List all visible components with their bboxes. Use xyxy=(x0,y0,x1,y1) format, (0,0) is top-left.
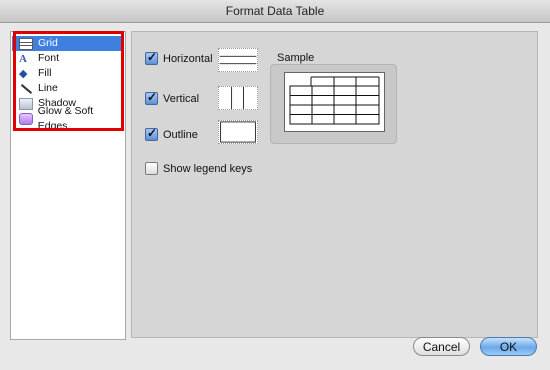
vertical-preview-icon xyxy=(218,86,258,110)
sidebar-item-line[interactable]: Line xyxy=(12,81,124,96)
font-icon: A xyxy=(19,52,27,65)
sidebar-item-label: Grid xyxy=(38,37,58,49)
grid-settings-panel: Horizontal Vertical Outline Show legend … xyxy=(131,31,538,338)
legend-keys-checkbox[interactable] xyxy=(145,162,158,175)
sample-preview xyxy=(270,64,397,144)
cancel-button[interactable]: Cancel xyxy=(413,337,470,356)
sample-canvas xyxy=(284,72,385,132)
sample-label: Sample xyxy=(277,52,315,64)
glow-icon xyxy=(19,112,33,125)
sidebar-item-grid[interactable]: Grid xyxy=(12,36,124,51)
sidebar-item-fill[interactable]: ◆ Fill xyxy=(12,66,124,81)
line-icon xyxy=(19,83,33,95)
grid-icon xyxy=(19,37,33,50)
horizontal-label: Horizontal xyxy=(163,52,213,65)
sample-table-preview xyxy=(289,76,380,125)
sidebar-item-glow[interactable]: Glow & Soft Edges xyxy=(12,105,124,132)
legend-keys-label: Show legend keys xyxy=(163,162,253,175)
sidebar-item-label: Fill xyxy=(38,67,52,79)
sidebar-item-label: Glow & Soft Edges xyxy=(37,104,94,132)
fill-icon: ◆ xyxy=(19,67,28,80)
outline-preview-icon xyxy=(218,120,258,144)
category-list: Grid A Font ◆ Fill Line Shadow Glow & So… xyxy=(10,31,126,340)
horizontal-preview-icon xyxy=(218,48,258,72)
sidebar-item-font[interactable]: A Font xyxy=(12,51,124,66)
outline-label: Outline xyxy=(163,128,198,141)
outline-option[interactable]: Outline xyxy=(145,126,198,141)
sidebar-item-label: Font xyxy=(38,52,60,64)
sidebar-item-label: Line xyxy=(38,82,58,94)
outline-checkbox[interactable] xyxy=(145,126,158,141)
vertical-checkbox[interactable] xyxy=(145,90,158,105)
horizontal-option[interactable]: Horizontal xyxy=(145,50,213,65)
horizontal-checkbox[interactable] xyxy=(145,50,158,65)
ok-button[interactable]: OK xyxy=(480,337,537,356)
dialog-body: Grid A Font ◆ Fill Line Shadow Glow & So… xyxy=(0,23,550,370)
vertical-label: Vertical xyxy=(163,92,200,105)
window-title: Format Data Table xyxy=(0,0,550,23)
shadow-icon xyxy=(19,97,33,110)
vertical-option[interactable]: Vertical xyxy=(145,90,200,105)
show-legend-keys-option[interactable]: Show legend keys xyxy=(145,162,252,175)
